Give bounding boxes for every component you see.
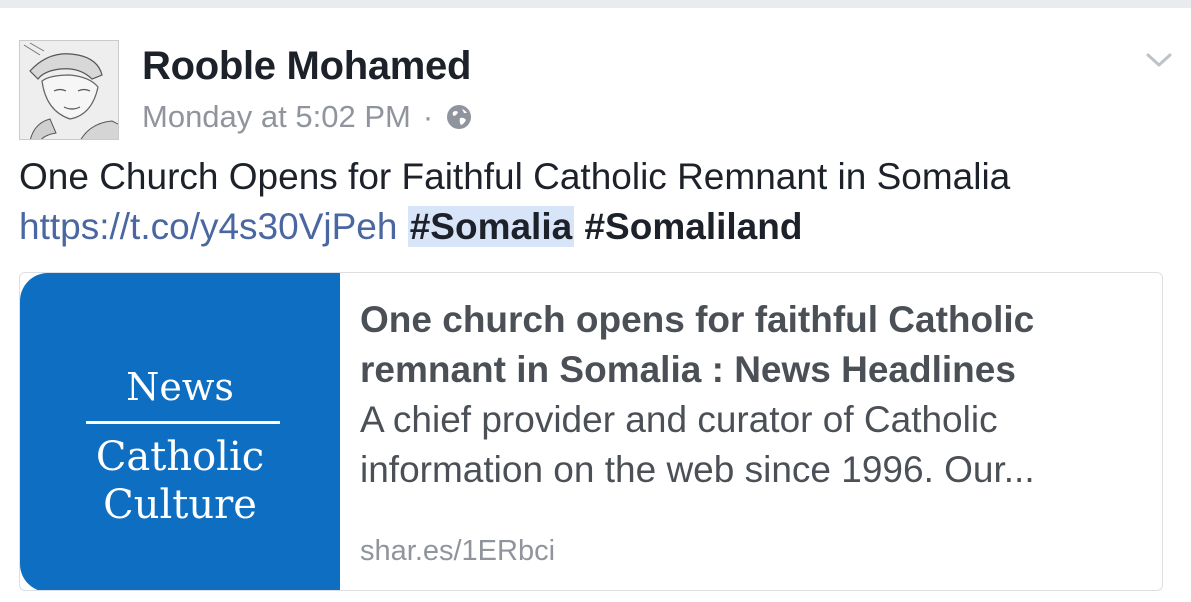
thumbnail-brand-line1: Catholic <box>95 434 265 480</box>
thumbnail-news-text: News <box>126 365 234 409</box>
post-link[interactable]: https://t.co/y4s30VjPeh <box>19 206 397 247</box>
card-title[interactable]: One church opens for faithful Catholic r… <box>360 295 1150 395</box>
card-domain: shar.es/1ERbci <box>360 535 556 567</box>
top-divider <box>0 0 1191 8</box>
avatar[interactable] <box>19 40 119 140</box>
meta-separator: · <box>422 99 434 134</box>
hashtag-somaliland[interactable]: #Somaliland <box>584 206 802 247</box>
post-meta: Monday at 5:02 PM · <box>142 97 473 137</box>
globe-icon[interactable] <box>445 103 473 131</box>
hashtag-somalia[interactable]: #Somalia <box>407 206 575 247</box>
card-title-line1: One church opens for faithful Catholic <box>360 299 1035 340</box>
card-desc-line2: information on the web since 1996. Our..… <box>360 449 1035 490</box>
thumbnail-divider <box>86 421 280 424</box>
avatar-image <box>20 41 118 139</box>
post-text: One Church Opens for Faithful Catholic R… <box>19 152 1179 252</box>
chevron-down-icon[interactable] <box>1145 48 1173 72</box>
thumbnail-brand-line2: Culture <box>103 482 257 528</box>
thumbnail-brand-text: Catholic Culture <box>20 433 340 529</box>
author-name[interactable]: Rooble Mohamed <box>142 44 471 89</box>
card-body: One church opens for faithful Catholic r… <box>360 295 1150 495</box>
card-desc-line1: A chief provider and curator of Catholic <box>360 399 998 440</box>
card-description: A chief provider and curator of Catholic… <box>360 395 1150 495</box>
card-title-line2: remnant in Somalia : News Headlines <box>360 349 1016 390</box>
post-text-line: One Church Opens for Faithful Catholic R… <box>19 156 1011 197</box>
post-text-links: https://t.co/y4s30VjPeh #Somalia #Somali… <box>19 202 1179 252</box>
link-preview-card[interactable]: News Catholic Culture One church opens f… <box>19 272 1163 591</box>
card-thumbnail[interactable]: News Catholic Culture <box>20 273 340 590</box>
post-timestamp[interactable]: Monday at 5:02 PM <box>142 99 411 135</box>
